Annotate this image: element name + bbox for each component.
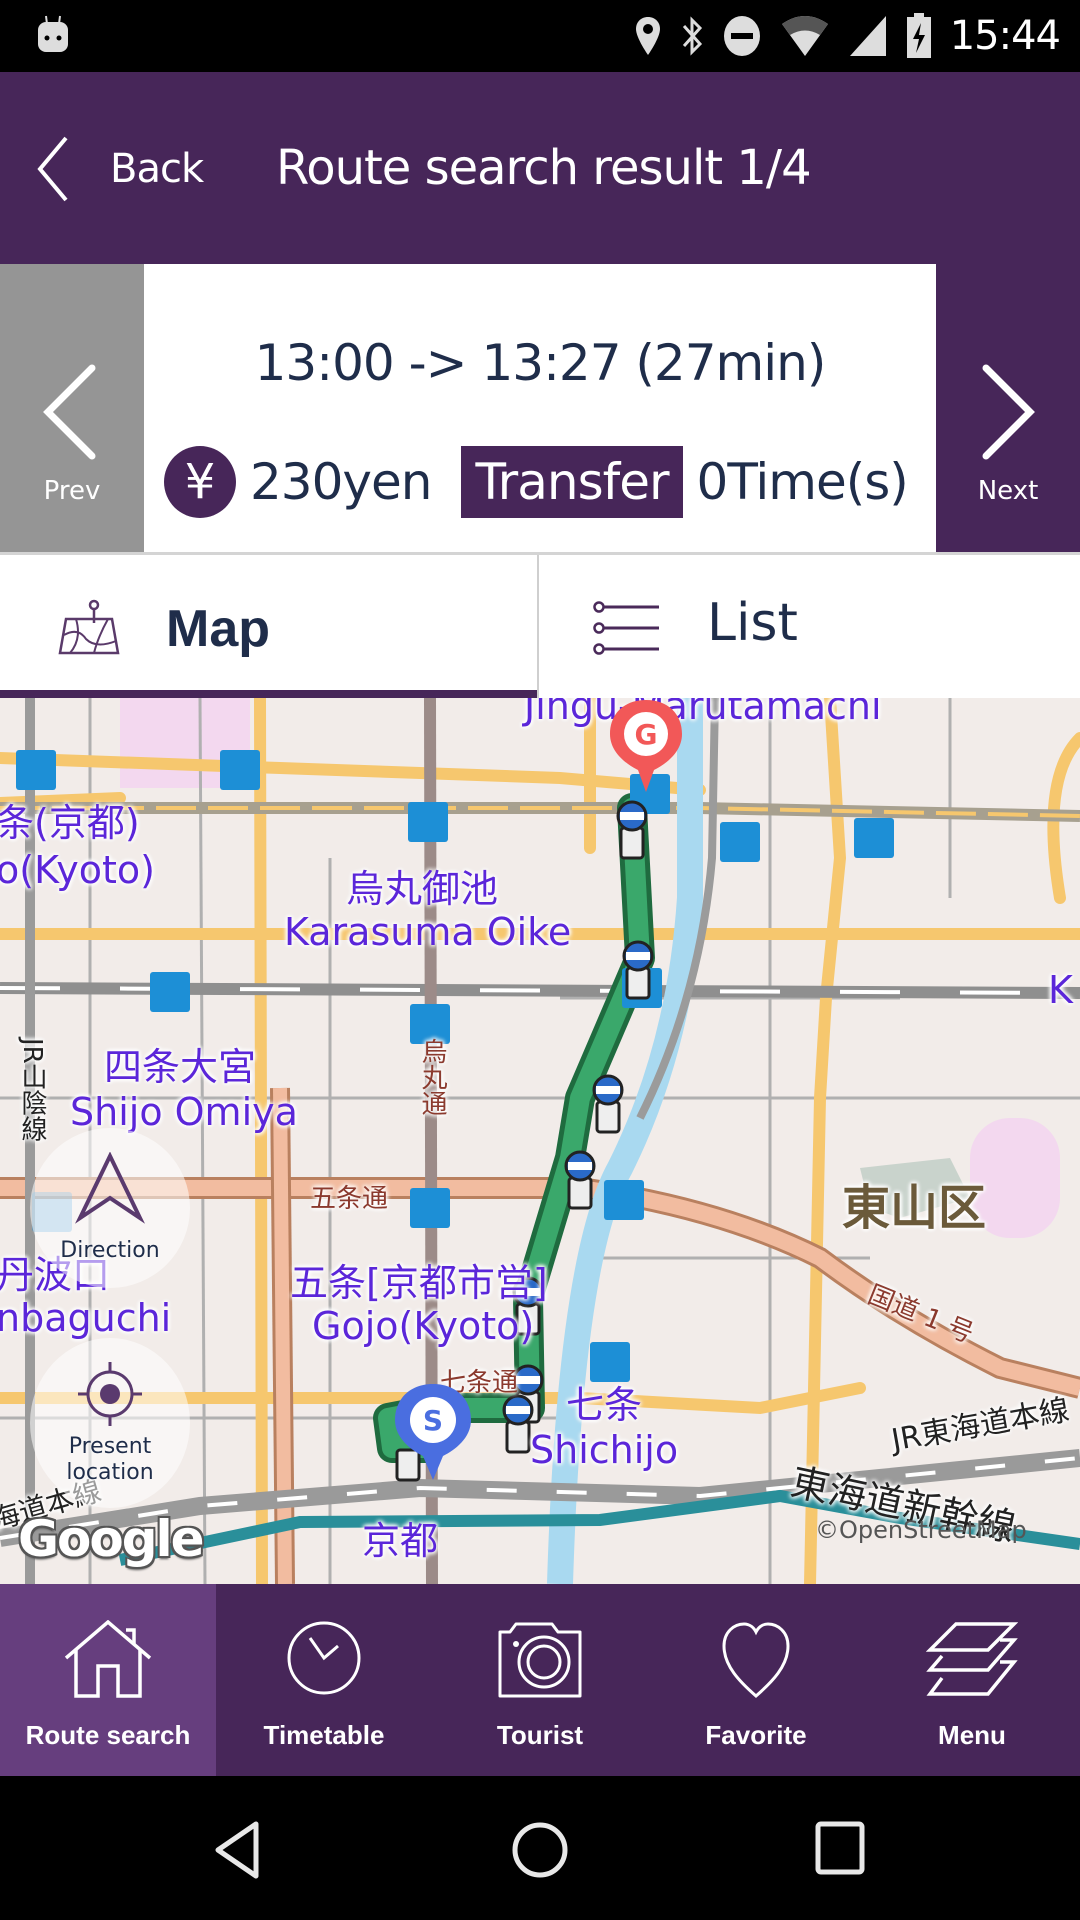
chevron-left-icon [37,136,68,202]
google-attribution: Google [18,1510,205,1568]
station-icon [150,972,190,1012]
map-label-karasuma-oike-en: Karasuma Oike [284,910,572,954]
chevron-right-icon [982,364,1035,460]
location-icon [635,17,660,55]
nav-route-search[interactable]: Route search [0,1584,216,1776]
camera-icon [498,1622,582,1698]
transfer-count: 0Time(s) [696,453,909,511]
start-pin-label: S [423,1404,443,1437]
heart-icon [722,1622,790,1698]
view-tabs: Map List [0,552,1080,698]
nav-route-search-label: Route search [25,1720,191,1750]
wifi-icon [781,16,828,56]
nav-menu-label: Menu [938,1720,1006,1750]
station-icon [408,802,448,842]
map-label-nijo-en: o(Kyoto) [0,848,155,892]
back-label: Back [110,146,204,192]
goal-pin[interactable]: G [606,698,686,794]
map-label-gojo-en: Gojo(Kyoto) [312,1304,535,1348]
map-label-jr-sanin: JR山陰線 [17,1038,47,1142]
start-pin[interactable]: S [392,1382,474,1482]
map-label-shichijo-en: Shichijo [530,1428,679,1472]
do-not-disturb-icon [723,16,760,56]
tab-list[interactable]: List [539,555,1079,698]
clock-time: 15:44 [949,13,1061,59]
system-home-icon[interactable] [510,1820,570,1880]
map-label-tambaguchi-en: nbaguchi [0,1296,172,1340]
battery-charging-icon [906,13,931,58]
compass-arrow-icon [75,1152,145,1224]
next-label: Next [977,476,1039,506]
home-icon [64,1620,152,1698]
route-times: 13:00 -> 13:27 (27min) [254,334,827,392]
fare-amount: 230yen [250,453,432,511]
prev-label: Prev [43,476,101,506]
map-icon [58,599,120,655]
tab-map[interactable]: Map [0,555,539,698]
station-icon [854,818,894,858]
map-label-karasuma-oike-jp: 烏丸御池 [346,867,499,911]
nav-timetable-label: Timetable [263,1720,385,1750]
map-label-gojo-jp: 五条[京都市営] [290,1261,548,1305]
transfer-badge: Transfer [461,446,683,518]
yen-icon: ¥ [164,446,236,518]
map-label-higashiyama-ku: 東山区 [842,1180,987,1236]
present-location-button[interactable]: Present location [30,1338,190,1508]
map-label-karasuma-dori: 烏丸通 [417,1038,447,1116]
map-label-jingu-marutamachi: Jingu-Marutamachi [524,698,882,728]
route-map[interactable]: Jingu-Marutamachi 条(京都) o(Kyoto) 烏丸御池 Ka… [0,698,1080,1584]
nav-tourist-label: Tourist [496,1720,584,1750]
nav-timetable[interactable]: Timetable [216,1584,432,1776]
station-icon [410,1188,450,1228]
osm-attribution[interactable]: ©OpenStreetMap [815,1516,1027,1544]
nav-favorite[interactable]: Favorite [648,1584,864,1776]
map-label-nijo-jp: 条(京都) [0,801,140,845]
layers-icon [926,1622,1018,1696]
status-bar: 15:44 [0,0,1080,72]
system-recents-icon[interactable] [814,1820,866,1876]
list-icon [593,601,659,655]
route-summary: Prev 13:00 -> 13:27 (27min) ¥ 230yen Tra… [0,264,1080,552]
direction-label: Direction [60,1238,160,1263]
prev-route-button[interactable]: Prev [0,264,144,552]
page-title: Route search result 1/4 [276,140,812,196]
tab-map-label: Map [166,600,270,658]
goal-pin-label: G [635,718,658,751]
app-header: Back Route search result 1/4 [0,72,1080,264]
map-label-kyoto-jp: 京都 [362,1519,439,1563]
map-label-shichijo-jp: 七条 [566,1383,643,1427]
direction-button[interactable]: Direction [30,1128,190,1288]
system-navigation-bar [0,1776,1080,1920]
map-label-gojo-dori: 五条通 [310,1184,389,1214]
bottom-navigation: Route search Timetable Tourist Favorite … [0,1584,1080,1776]
map-label-shijo-omiya-jp: 四条大宮 [104,1045,257,1089]
chevron-left-icon [43,364,96,460]
bluetooth-icon [682,16,702,56]
system-back-icon[interactable] [212,1820,262,1880]
tab-list-label: List [707,593,798,653]
fare-transfer-row: ¥ 230yen Transfer 0Time(s) [164,444,909,520]
next-route-button[interactable]: Next [936,264,1080,552]
present-location-label: Present location [66,1434,154,1485]
app-notification-icon [38,15,68,52]
back-button[interactable]: Back [32,134,204,204]
map-label-k-partial: K [1048,968,1073,1012]
nav-favorite-label: Favorite [705,1720,807,1750]
station-icon [16,750,56,790]
clock-icon [287,1621,361,1695]
station-icon [604,1180,644,1220]
nav-tourist[interactable]: Tourist [432,1584,648,1776]
signal-icon [849,16,886,56]
nav-menu[interactable]: Menu [864,1584,1080,1776]
station-icon [220,750,260,790]
station-icon [720,822,760,862]
crosshair-icon [78,1362,142,1426]
